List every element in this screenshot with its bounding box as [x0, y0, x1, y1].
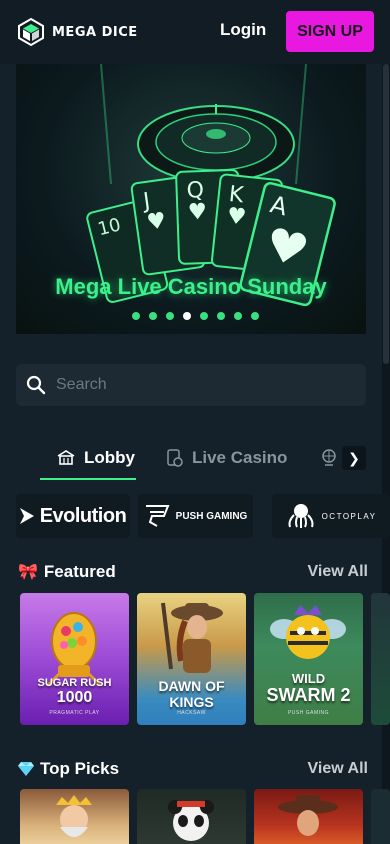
provider-octoplay-name: OCTOPLAY [321, 511, 377, 521]
carousel-dot[interactable] [149, 312, 157, 320]
provider-push-gaming[interactable]: PUSH GAMING [138, 494, 253, 538]
provider-evolution-name: Evolution [39, 504, 127, 527]
provider-push-gaming-name: PUSH GAMING [175, 510, 248, 522]
panda-artwork [168, 800, 214, 841]
top-picks-games-row [20, 789, 390, 844]
diamond-icon [18, 762, 34, 776]
hero-banner[interactable]: 10 J Q K A Mega Live Casino Sunday [16, 64, 366, 334]
game-tile[interactable] [254, 789, 363, 844]
provider-strip: Evolution PUSH GAMING OCTOPLAY [16, 494, 390, 538]
game-studio: PUSH GAMING [287, 710, 330, 716]
game-tile-partial[interactable] [371, 593, 390, 725]
evolution-logo-icon [19, 508, 34, 524]
game-tile[interactable] [137, 789, 246, 844]
featured-title-text: Featured [43, 562, 116, 581]
active-tab-indicator [40, 478, 136, 480]
scrollbar-thumb[interactable] [383, 64, 389, 364]
lobby-icon [57, 450, 75, 465]
search-input[interactable] [56, 376, 346, 394]
dice-logo-icon [18, 17, 44, 47]
tab-more[interactable] [320, 448, 338, 466]
search-icon [26, 375, 46, 395]
featured-games-row: SUGAR RUSH 1000 PRAGMATIC PLAY DAWN OF K… [20, 593, 390, 725]
carousel-dot[interactable] [166, 312, 174, 320]
carousel-dot[interactable] [217, 312, 225, 320]
game-studio: HACKSAW [177, 710, 206, 716]
carousel-dot-active[interactable] [183, 312, 191, 320]
site-header: MEGA DICE Login SIGN UP [0, 0, 390, 64]
tab-live-casino-label: Live Casino [192, 448, 288, 467]
tab-live-casino[interactable]: Live Casino [166, 448, 287, 468]
push-gaming-logo-icon [145, 505, 170, 527]
octopus-logo-icon [288, 504, 314, 528]
carousel-dot[interactable] [251, 312, 259, 320]
provider-evolution[interactable]: Evolution [16, 494, 130, 538]
provider-octoplay[interactable]: OCTOPLAY [272, 494, 390, 538]
search-bar[interactable] [16, 364, 366, 406]
tab-lobby[interactable]: Lobby [56, 448, 135, 468]
chevron-right-icon: ❯ [348, 449, 360, 466]
live-casino-icon [167, 449, 183, 467]
carousel-dot[interactable] [132, 312, 140, 320]
game-tile[interactable]: DAWN OF KINGS HACKSAW [137, 593, 246, 725]
game-tile[interactable]: SUGAR RUSH 1000 PRAGMATIC PLAY [20, 593, 129, 725]
zeus-artwork [56, 795, 92, 837]
game-title-line1: SUGAR RUSH [37, 677, 112, 689]
svg-text:Q: Q [186, 178, 204, 204]
hero-title: Mega Live Casino Sunday [55, 274, 327, 299]
game-title-line2: 1000 [56, 689, 93, 706]
game-studio: PRAGMATIC PLAY [49, 710, 100, 716]
top-picks-view-all-link[interactable]: View All [308, 760, 368, 778]
top-picks-title: Top Picks [18, 759, 119, 779]
game-title-line1: WILD [291, 671, 326, 686]
top-picks-title-text: Top Picks [40, 759, 120, 778]
carousel-dot[interactable] [234, 312, 242, 320]
logo[interactable]: MEGA DICE [16, 17, 138, 47]
featured-section-header: 🎀 Featured View All [18, 560, 368, 584]
featured-view-all-link[interactable]: View All [308, 563, 368, 581]
game-title-line2: SWARM 2 [266, 685, 351, 705]
carousel-dot[interactable] [200, 312, 208, 320]
signup-button[interactable]: SIGN UP [286, 11, 374, 52]
featured-title: 🎀 Featured [18, 562, 116, 582]
cowboy-artwork [278, 795, 338, 836]
game-tile-partial[interactable] [371, 789, 390, 844]
game-tile[interactable]: WILD SWARM 2 PUSH GAMING [254, 593, 363, 725]
logo-text: MEGA DICE [52, 24, 138, 40]
top-picks-section-header: Top Picks View All [18, 757, 368, 781]
ribbon-icon: 🎀 [18, 564, 38, 581]
login-button[interactable]: Login [220, 20, 266, 40]
carousel-dots [132, 312, 259, 320]
tab-lobby-label: Lobby [84, 448, 135, 467]
game-tile[interactable] [20, 789, 129, 844]
game-title-line1: DAWN OF KINGS [158, 678, 225, 710]
category-tabs: Lobby Live Casino [40, 440, 370, 480]
tabs-scroll-right-button[interactable]: ❯ [342, 446, 366, 470]
ferris-wheel-icon [322, 449, 336, 466]
